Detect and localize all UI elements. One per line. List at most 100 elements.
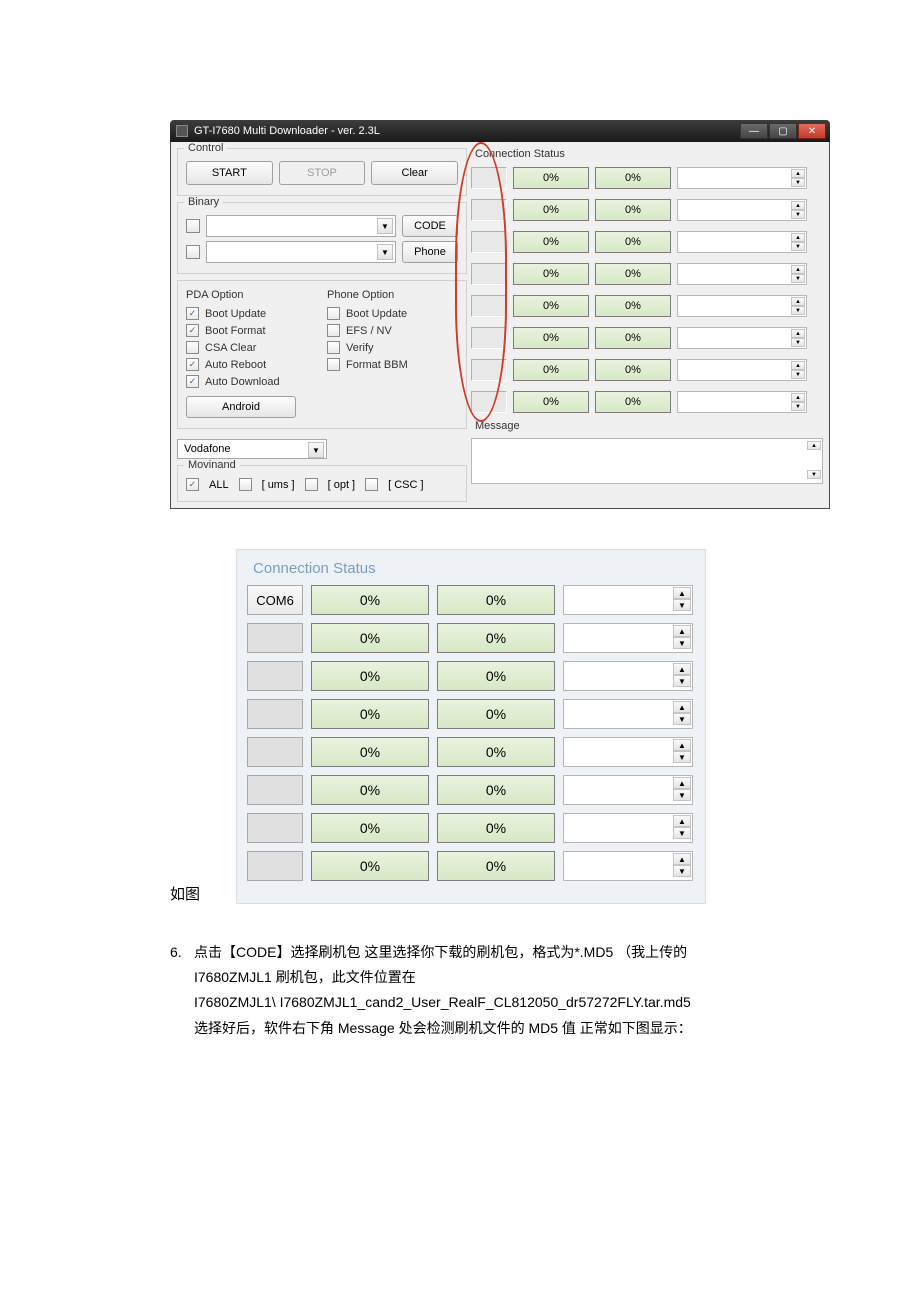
- chevron-up-icon[interactable]: ▲: [791, 169, 805, 178]
- port-cell[interactable]: [247, 699, 303, 729]
- status-row: 0%0%▲▼: [471, 199, 823, 221]
- chevron-down-icon[interactable]: ▼: [673, 865, 691, 877]
- chevron-up-icon[interactable]: ▲: [673, 701, 691, 713]
- port-cell[interactable]: [247, 813, 303, 843]
- port-cell[interactable]: [471, 263, 507, 285]
- spin-input[interactable]: ▲▼: [677, 231, 807, 253]
- chevron-down-icon[interactable]: ▼: [791, 274, 805, 283]
- chevron-down-icon[interactable]: ▼: [673, 827, 691, 839]
- chevron-up-icon[interactable]: ▲: [807, 441, 821, 450]
- auto-download-checkbox[interactable]: ✓: [186, 375, 199, 388]
- spin-input[interactable]: ▲▼: [677, 263, 807, 285]
- close-button[interactable]: ✕: [798, 123, 826, 139]
- chevron-down-icon[interactable]: ▼: [791, 242, 805, 251]
- code-path-combo[interactable]: ▼: [206, 215, 396, 237]
- spin-input[interactable]: ▲▼: [677, 359, 807, 381]
- spin-input[interactable]: ▲▼: [563, 813, 693, 843]
- port-cell[interactable]: [247, 851, 303, 881]
- efs-nv-checkbox[interactable]: [327, 324, 340, 337]
- auto-reboot-checkbox[interactable]: ✓: [186, 358, 199, 371]
- chevron-down-icon[interactable]: ▼: [673, 599, 691, 611]
- message-box[interactable]: ▲▼: [471, 438, 823, 484]
- port-cell[interactable]: [247, 737, 303, 767]
- port-cell[interactable]: [471, 295, 507, 317]
- chevron-up-icon[interactable]: ▲: [791, 201, 805, 210]
- mov-csc-checkbox[interactable]: [365, 478, 378, 491]
- chevron-up-icon[interactable]: ▲: [673, 587, 691, 599]
- boot-update-checkbox[interactable]: ✓: [186, 307, 199, 320]
- port-cell[interactable]: [247, 623, 303, 653]
- chevron-down-icon[interactable]: ▼: [791, 370, 805, 379]
- clear-button[interactable]: Clear: [371, 161, 458, 185]
- chevron-up-icon[interactable]: ▲: [673, 777, 691, 789]
- mov-all-checkbox[interactable]: ✓: [186, 478, 199, 491]
- chevron-up-icon[interactable]: ▲: [673, 739, 691, 751]
- format-bbm-checkbox[interactable]: [327, 358, 340, 371]
- spin-input[interactable]: ▲▼: [677, 199, 807, 221]
- spin-input[interactable]: ▲▼: [563, 661, 693, 691]
- chevron-up-icon[interactable]: ▲: [673, 815, 691, 827]
- chevron-down-icon[interactable]: ▼: [673, 713, 691, 725]
- ph-boot-update-checkbox[interactable]: [327, 307, 340, 320]
- port-cell[interactable]: [471, 327, 507, 349]
- spin-input[interactable]: ▲▼: [677, 391, 807, 413]
- code-button[interactable]: CODE: [402, 215, 458, 237]
- chevron-down-icon[interactable]: ▼: [791, 306, 805, 315]
- chevron-down-icon[interactable]: ▼: [673, 675, 691, 687]
- chevron-down-icon[interactable]: ▼: [673, 751, 691, 763]
- chevron-up-icon[interactable]: ▲: [791, 393, 805, 402]
- port-cell[interactable]: [471, 167, 507, 189]
- chevron-up-icon[interactable]: ▲: [791, 361, 805, 370]
- csa-clear-checkbox[interactable]: [186, 341, 199, 354]
- chevron-down-icon[interactable]: ▼: [791, 338, 805, 347]
- message-label: Message: [471, 420, 823, 432]
- minimize-button[interactable]: —: [740, 123, 768, 139]
- chevron-down-icon[interactable]: ▼: [673, 789, 691, 801]
- spin-input[interactable]: ▲▼: [563, 699, 693, 729]
- maximize-button[interactable]: ▢: [769, 123, 797, 139]
- chevron-down-icon[interactable]: ▼: [807, 470, 821, 479]
- chevron-down-icon[interactable]: ▼: [673, 637, 691, 649]
- chevron-up-icon[interactable]: ▲: [791, 265, 805, 274]
- port-cell[interactable]: [471, 359, 507, 381]
- chevron-up-icon[interactable]: ▲: [673, 853, 691, 865]
- chevron-up-icon[interactable]: ▲: [791, 233, 805, 242]
- spin-input[interactable]: ▲▼: [677, 167, 807, 189]
- mov-opt-checkbox[interactable]: [305, 478, 318, 491]
- verify-checkbox[interactable]: [327, 341, 340, 354]
- stop-button[interactable]: STOP: [279, 161, 366, 185]
- chevron-up-icon[interactable]: ▲: [673, 625, 691, 637]
- spin-input[interactable]: ▲▼: [563, 851, 693, 881]
- boot-format-checkbox[interactable]: ✓: [186, 324, 199, 337]
- carrier-select[interactable]: Vodafone ▼: [177, 439, 327, 459]
- android-button[interactable]: Android: [186, 396, 296, 418]
- spin-input[interactable]: ▲▼: [563, 585, 693, 615]
- port-cell[interactable]: [471, 391, 507, 413]
- port-cell[interactable]: [471, 199, 507, 221]
- phone-path-combo[interactable]: ▼: [206, 241, 396, 263]
- spin-input[interactable]: ▲▼: [677, 295, 807, 317]
- spin-input[interactable]: ▲▼: [563, 737, 693, 767]
- chevron-up-icon[interactable]: ▲: [791, 297, 805, 306]
- port-cell[interactable]: [247, 775, 303, 805]
- mov-ums-checkbox[interactable]: [239, 478, 252, 491]
- spin-input[interactable]: ▲▼: [563, 775, 693, 805]
- code-checkbox[interactable]: [186, 219, 200, 233]
- chevron-up-icon[interactable]: ▲: [673, 663, 691, 675]
- chevron-down-icon[interactable]: ▼: [791, 210, 805, 219]
- port-cell[interactable]: [471, 231, 507, 253]
- chevron-down-icon[interactable]: ▼: [377, 218, 393, 234]
- chevron-down-icon[interactable]: ▼: [308, 442, 324, 458]
- spin-input[interactable]: ▲▼: [677, 327, 807, 349]
- chevron-down-icon[interactable]: ▼: [791, 402, 805, 411]
- chevron-up-icon[interactable]: ▲: [791, 329, 805, 338]
- phone-checkbox[interactable]: [186, 245, 200, 259]
- phone-button[interactable]: Phone: [402, 241, 458, 263]
- port-cell[interactable]: COM6: [247, 585, 303, 615]
- port-cell[interactable]: [247, 661, 303, 691]
- titlebar[interactable]: GT-I7680 Multi Downloader - ver. 2.3L — …: [170, 120, 830, 142]
- start-button[interactable]: START: [186, 161, 273, 185]
- chevron-down-icon[interactable]: ▼: [791, 178, 805, 187]
- spin-input[interactable]: ▲▼: [563, 623, 693, 653]
- chevron-down-icon[interactable]: ▼: [377, 244, 393, 260]
